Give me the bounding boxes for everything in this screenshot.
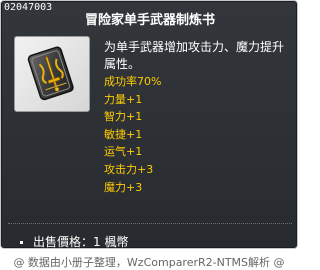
sell-price-value: 1 楓幣 [93, 235, 129, 249]
stat-str: 力量+1 [104, 92, 143, 106]
scroll-book-icon [27, 46, 74, 101]
item-tooltip: 02047003 冒险家单手武器制炼书 为单手武器增加攻击力、魔力提升属性。 成… [0, 0, 298, 249]
item-icon-frame [14, 36, 90, 112]
stat-luk: 运气+1 [104, 145, 143, 159]
item-title: 冒险家单手武器制炼书 [84, 13, 215, 28]
sell-price-label: 出售價格： [33, 235, 94, 249]
item-description: 为单手武器增加攻击力、魔力提升属性。 [104, 40, 285, 71]
sell-price: 出售價格：1 楓幣 [20, 233, 128, 250]
stat-int: 智力+1 [104, 110, 143, 124]
credit-footer: @ 数据由小册子整理，WzComparerR2-NTMS解析 @ [13, 256, 285, 269]
stat-magic: 魔力+3 [104, 180, 143, 194]
divider [8, 223, 292, 224]
bullet-icon [20, 241, 23, 244]
item-stat-list: 成功率70% 力量+1 智力+1 敏捷+1 运气+1 攻击力+3 魔力+3 [104, 73, 161, 196]
stat-attack: 攻击力+3 [104, 162, 154, 176]
stat-dex: 敏捷+1 [104, 127, 143, 141]
stat-success-rate: 成功率70% [104, 75, 162, 88]
